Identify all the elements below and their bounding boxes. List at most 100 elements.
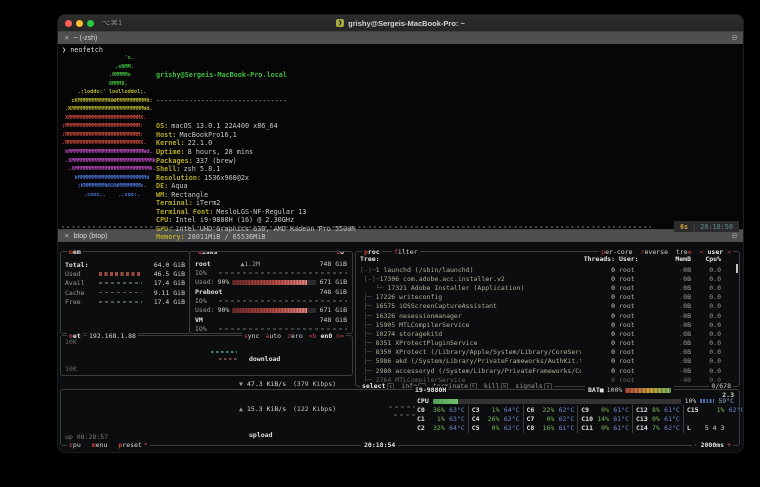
ascii-art-line: ,xNMM. (62, 63, 153, 72)
process-threads: 0 (581, 339, 615, 347)
mem-box-title[interactable]: mem (67, 248, 83, 256)
process-user: root (615, 339, 651, 347)
process-row[interactable]: ├─ 17226 writeconfig 0 root 0B 0.0 (360, 293, 735, 302)
process-threads: 0 (581, 293, 615, 301)
prompt-symbol: ❯ (62, 46, 66, 54)
menu-item[interactable]: cpu (69, 441, 83, 449)
process-cpu: 0.0 (691, 284, 721, 292)
process-row[interactable]: └─ 17321 Adobe Installer (Application) 0… (360, 283, 735, 292)
process-row[interactable]: ├─ 5986 akd (/System/Library/PrivateFram… (360, 357, 735, 366)
battery-status: BAT■100% (585, 386, 674, 394)
process-name: 2980 accessoryd (/System/Library/Private… (376, 367, 581, 375)
download-rate-bits: (379 Kibps) (293, 380, 336, 388)
disk-name: Preboot (195, 288, 222, 296)
memory-meter (99, 301, 142, 303)
core-temp: 62°C (500, 424, 520, 432)
disk-used-size: 671 GiB (320, 306, 347, 314)
disk-io-graph (219, 328, 347, 330)
header-user[interactable]: User: (615, 255, 651, 263)
process-cpu: 0.0 (691, 357, 721, 365)
core-temp: 62°C (554, 415, 574, 423)
separator-dots (62, 226, 651, 228)
process-row[interactable]: ├─ 15905 MTLCompilerService 0 root 0B 0.… (360, 320, 735, 329)
cpu-core-cell: C1 1% 63°C (417, 414, 468, 423)
prompt-separator-line: 6s|20:18:50 (58, 221, 743, 232)
desktop: ⌥⌘1 ❯ grishy@Sergeis-MacBook-Pro: ~ ✕ ~ … (0, 0, 760, 487)
core-percent: 0% (543, 415, 555, 423)
tree-branch: ├─ (360, 293, 376, 301)
memory-meter (99, 292, 142, 294)
disks-io-tab[interactable]: io (334, 251, 346, 256)
cpu-core-cell (683, 414, 744, 423)
process-cpu: 0.0 (691, 330, 721, 338)
terminal-pane-top[interactable]: ❯ neofetch 'c. ,xNMM. .OMMMMo OMMM0, .;l… (58, 44, 743, 229)
cpu-core-cell: C10 14% 61°C (577, 414, 632, 423)
info-label: DE: (156, 182, 168, 190)
disk-used-percent: 90% (218, 306, 230, 314)
info-label: Uptime: (156, 148, 185, 156)
download-arrow-icon: ▼ (239, 380, 247, 388)
process-threads: 0 (581, 284, 615, 292)
core-label: C8 (527, 424, 543, 432)
process-row[interactable]: [-]─17306 com.adobe.acc.installer.v2 0 r… (360, 274, 735, 283)
disk-used-label: Used: (195, 306, 215, 314)
process-row[interactable]: ├─ 8351 XProtectPluginService 0 root 0B … (360, 339, 735, 348)
core-percent: 5 4 3 (703, 424, 725, 432)
memory-value: 9.11 GiB (145, 289, 185, 297)
process-row[interactable]: ├─ 10274 storagekitd 0 root 0B 0.0 (360, 329, 735, 338)
cpu-core-cell: C8 16% 61°C (523, 423, 578, 432)
ascii-art-line: .OMMMMo (62, 71, 153, 80)
process-memory: 0B (651, 302, 691, 310)
process-row[interactable]: ├─ 2980 accessoryd (/System/Library/Priv… (360, 366, 735, 375)
ascii-art-line: ;KMMMMMMMWXXWMMMMMMMk. (62, 182, 153, 191)
cpu-box: i9-9880H BAT■100% 2.3 CPU 10% 59°C C0 36… (60, 389, 740, 446)
network-box: net 192.168.1.88 sync auto zero <b en0 n… (60, 335, 353, 376)
memory-label: Cache (65, 289, 99, 297)
tree-branch: ├─ (360, 357, 376, 365)
menu-item[interactable]: preset* (118, 441, 147, 449)
core-temp: 61°C (660, 406, 680, 414)
header-memb[interactable]: MemB (651, 255, 691, 263)
process-threads: 0 (581, 312, 615, 320)
header-tree[interactable]: Tree: (360, 255, 581, 263)
process-row[interactable]: ├─ 8350 XProtect (/Library/Apple/System/… (360, 348, 735, 357)
ascii-art-line: .cooc,. .,coo:. (62, 191, 153, 200)
ascii-art-line: .;loddo:' loolloddol;. (62, 88, 153, 97)
process-threads: 0 (581, 321, 615, 329)
info-value: MacBookPro16,1 (179, 131, 236, 139)
neofetch-info-row: Terminal Font:MesloLGS-NF-Regular 13 (156, 208, 355, 217)
decrease-ms-button[interactable]: - (694, 441, 698, 449)
minimize-window-button[interactable] (76, 20, 83, 27)
close-window-button[interactable] (65, 20, 72, 27)
process-name: 15905 MTLCompilerService (376, 321, 470, 329)
cpu-graph-trace (389, 406, 415, 408)
ascii-art-line: .KMMMMMMMMMMMMMMMMMMMMMMMWd. (62, 105, 153, 114)
header-threads[interactable]: Threads: (581, 255, 615, 263)
process-row[interactable]: [-]─1 launchd (/sbin/launchd) 0 root 0B … (360, 265, 735, 274)
process-memory: 0B (651, 330, 691, 338)
net-scale-bottom: 10K (65, 365, 77, 373)
core-label: C1 (417, 415, 433, 423)
process-row[interactable]: ├─ 16326 nesessionmanager 0 root 0B 0.0 (360, 311, 735, 320)
disks-box-title[interactable]: disks (196, 251, 220, 256)
ascii-art-line: .MMMMMMMMMMMMMMMMMMMMMMMMX. (62, 139, 153, 148)
core-temp: 64°C (445, 424, 465, 432)
close-tab-icon[interactable]: ✕ (64, 34, 69, 42)
memory-row: Total: 64.0 GiB (65, 260, 185, 269)
core-label: C7 (527, 415, 543, 423)
process-name: 5986 akd (/System/Library/PrivateFramewo… (376, 357, 581, 365)
battery-meter (625, 388, 671, 393)
fullscreen-window-button[interactable] (87, 20, 94, 27)
info-label: WM: (156, 191, 168, 199)
process-cpu: 0.0 (691, 348, 721, 356)
titlebar[interactable]: ⌥⌘1 ❯ grishy@Sergeis-MacBook-Pro: ~ (58, 15, 743, 31)
process-row[interactable]: ├─ 16575 iOSScreenCaptureAssistant 0 roo… (360, 302, 735, 311)
terminal-pane-btop[interactable]: mem Total: 64.0 GiB Used 46.5 GiB Avail … (58, 242, 743, 453)
tab-label-zsh[interactable]: ~ (-zsh) (73, 35, 97, 42)
header-cpu[interactable]: Cpu% (691, 255, 721, 263)
neofetch-info-row: Shell:zsh 5.8.1 (156, 165, 355, 174)
increase-ms-button[interactable]: + (727, 441, 731, 449)
process-memory: 0B (651, 357, 691, 365)
proc-scrollbar-thumb[interactable] (736, 264, 739, 273)
menu-item[interactable]: menu (92, 441, 110, 449)
